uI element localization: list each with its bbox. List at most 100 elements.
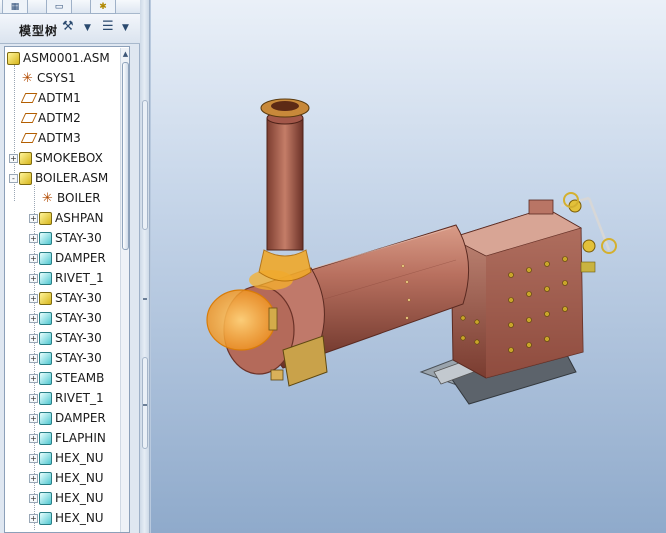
tree-row[interactable]: + HEX_NU <box>29 488 129 508</box>
part-icon <box>39 431 52 445</box>
model-tree-toolbar: 模型树 ⚒ ▼ ☰ ▼ <box>0 14 140 44</box>
tree-row[interactable]: + HEX_NU <box>29 448 129 468</box>
expand-icon[interactable]: + <box>29 213 38 223</box>
datum-plane-icon <box>21 113 38 123</box>
part-icon <box>39 371 52 385</box>
chimney[interactable] <box>258 98 312 282</box>
tree-row[interactable]: + DAMPER <box>29 408 129 428</box>
firebox[interactable] <box>449 207 584 379</box>
tree-row[interactable]: + ASHPAN <box>29 208 129 228</box>
tree-row-label: RIVET_1 <box>55 271 104 285</box>
expand-icon[interactable]: + <box>29 513 38 523</box>
panel-splitter[interactable] <box>140 0 150 533</box>
tree-row-label: ADTM3 <box>38 131 81 145</box>
part-icon <box>39 451 52 465</box>
tree-row-label: STAY-30 <box>55 351 102 365</box>
tree-row-label: DAMPER <box>55 251 106 265</box>
part-icon <box>39 271 52 285</box>
folder-icon: ▭ <box>54 1 64 12</box>
tree-row[interactable]: ADTM3 <box>21 128 129 148</box>
expand-icon[interactable]: + <box>29 473 38 483</box>
star-icon: ✱ <box>99 1 107 12</box>
scroll-up-arrow-icon[interactable]: ▲ <box>121 50 129 58</box>
model-tree: ASM0001.ASM ✳ CSYS1 ADTM1 ADTM2 ADTM3 + SMOKEBO… <box>4 46 130 533</box>
highlighted-smokebox-door[interactable] <box>206 289 276 351</box>
scrollbar-thumb[interactable] <box>122 62 129 250</box>
tree-row[interactable]: + SMOKEBOX <box>9 148 121 168</box>
settings-dropdown-chevron-icon[interactable]: ▼ <box>84 23 91 33</box>
tree-row[interactable]: ASM0001.ASM <box>7 48 119 68</box>
tree-scrollbar[interactable]: ▲ <box>120 48 129 532</box>
splitter-grip-2[interactable] <box>143 404 147 406</box>
tree-row[interactable]: ✳ CSYS1 <box>21 68 129 88</box>
tree-row[interactable]: + STAY-30 <box>29 308 129 328</box>
tree-row-label: HEX_NU <box>55 511 104 525</box>
expand-icon[interactable]: + <box>29 273 38 283</box>
expand-icon[interactable]: + <box>29 433 38 443</box>
tree-row-label: ASM0001.ASM <box>23 51 110 65</box>
expand-icon[interactable]: + <box>29 413 38 423</box>
tree-row-label: BOILER <box>57 191 101 205</box>
tree-row-label: HEX_NU <box>55 451 104 465</box>
splitter-handle-bottom[interactable] <box>142 357 148 449</box>
splitter-grip[interactable] <box>143 298 147 300</box>
settings-tools-icon[interactable]: ⚒ <box>62 19 74 34</box>
tree-row[interactable]: + HEX_NU <box>29 508 129 528</box>
show-dropdown-chevron-icon[interactable]: ▼ <box>122 23 129 33</box>
tree-row[interactable]: ✳ BOILER <box>41 188 129 208</box>
graphics-viewport[interactable] <box>151 0 666 533</box>
tree-row-label: FLAPHIN <box>55 431 106 445</box>
expand-icon[interactable]: + <box>29 333 38 343</box>
tab-folder-browser[interactable]: ▭ <box>46 0 72 14</box>
part-icon <box>39 351 52 365</box>
expand-icon[interactable]: + <box>29 253 38 263</box>
datum-plane-icon <box>21 133 38 143</box>
expand-icon[interactable]: + <box>29 353 38 363</box>
tree-row-label: STAY-30 <box>55 291 102 305</box>
tree-row[interactable]: ADTM1 <box>21 88 129 108</box>
tree-row-label: BOILER.ASM <box>35 171 109 185</box>
expand-icon[interactable]: + <box>29 493 38 503</box>
tab-favorites[interactable]: ✱ <box>90 0 116 14</box>
tree-row[interactable]: + STAY-30 <box>29 348 129 368</box>
tree-row-label: STEAMB <box>55 371 105 385</box>
tree-row[interactable]: ADTM2 <box>21 108 129 128</box>
tree-row-label: STAY-30 <box>55 311 102 325</box>
expand-icon[interactable]: + <box>9 153 18 163</box>
tree-row-label: ADTM2 <box>38 111 81 125</box>
tree-row-label: RIVET_1 <box>55 391 104 405</box>
part-icon <box>39 471 52 485</box>
expand-icon[interactable]: + <box>29 393 38 403</box>
expand-icon[interactable]: + <box>29 313 38 323</box>
tree-row[interactable]: + RIVET_1 <box>29 268 129 288</box>
boiler-3d-model[interactable] <box>151 0 666 533</box>
collapse-icon[interactable]: - <box>9 173 18 183</box>
expand-icon[interactable]: + <box>29 233 38 243</box>
tree-row-label: ADTM1 <box>38 91 81 105</box>
tree-row[interactable]: + HEX_NU <box>29 468 129 488</box>
expand-icon[interactable]: + <box>29 373 38 383</box>
part-icon <box>39 411 52 425</box>
tree-row[interactable]: + STAY-30 <box>29 228 129 248</box>
tree-row[interactable]: + STAY-30 <box>29 328 129 348</box>
expand-icon[interactable]: + <box>29 453 38 463</box>
expand-icon[interactable]: + <box>29 293 38 303</box>
assembly-icon <box>39 211 52 225</box>
tree-row[interactable]: + FLAPHIN <box>29 428 129 448</box>
tree-row[interactable]: + RIVET_1 <box>29 388 129 408</box>
tree-row[interactable]: + DAMPER <box>29 248 129 268</box>
tree-row[interactable]: - BOILER.ASM <box>9 168 121 188</box>
tree-row-label: ASHPAN <box>55 211 104 225</box>
tree-row[interactable]: + STAY-30 <box>29 288 129 308</box>
part-icon <box>39 331 52 345</box>
model-tree-panel: ▦ ▭ ✱ 模型树 ⚒ ▼ ☰ ▼ ASM0001.ASM ✳ CSYS1 ADTM1… <box>0 0 140 533</box>
tree-row[interactable]: + STEAMB <box>29 368 129 388</box>
part-icon <box>39 251 52 265</box>
assembly-icon <box>19 171 32 185</box>
tree-row-label: HEX_NU <box>55 491 104 505</box>
part-icon <box>39 491 52 505</box>
tab-model-tree[interactable]: ▦ <box>2 0 28 14</box>
show-options-icon[interactable]: ☰ <box>102 19 114 34</box>
assembly-icon <box>19 151 32 165</box>
splitter-handle-top[interactable] <box>142 100 148 230</box>
